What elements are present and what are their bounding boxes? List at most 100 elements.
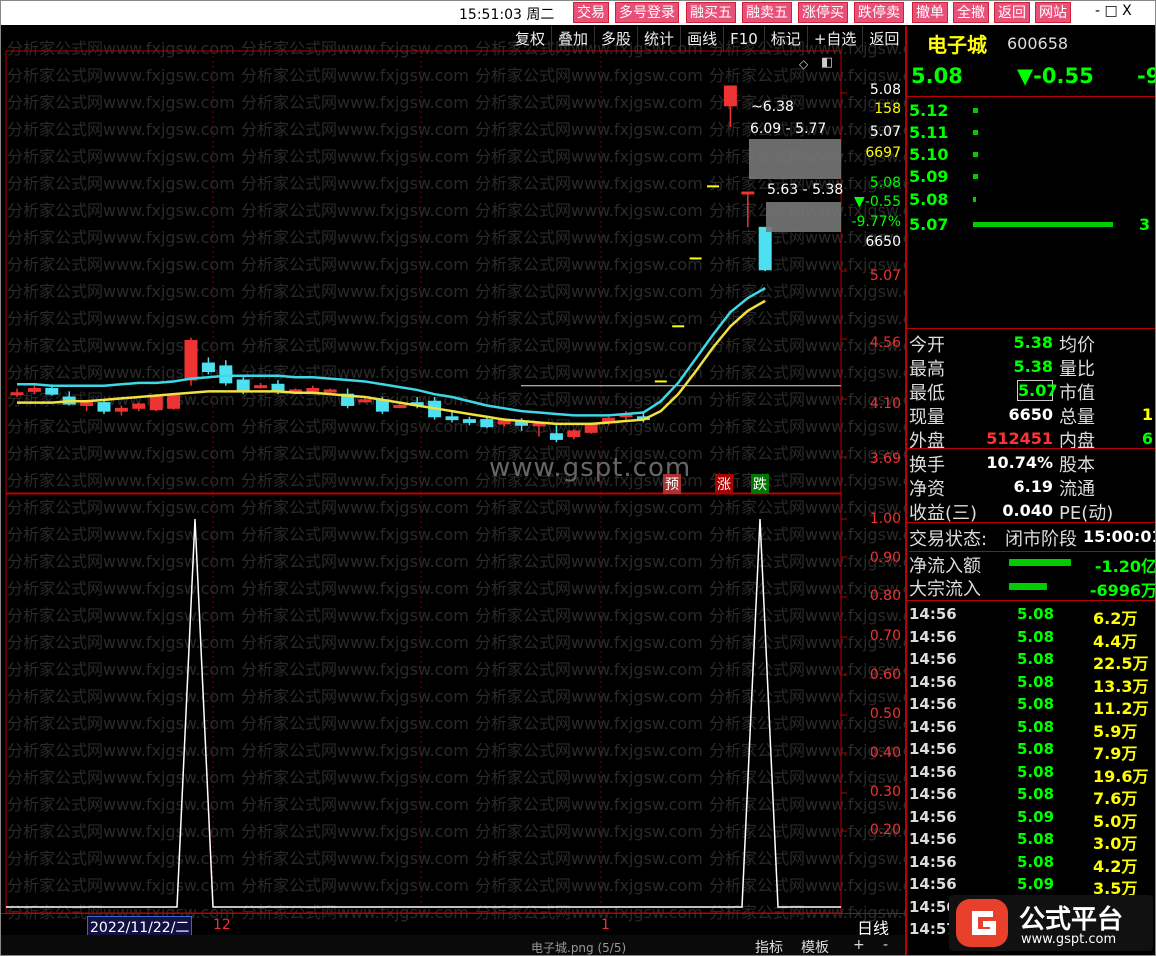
last-price: 5.08 xyxy=(911,64,963,88)
axis-label: 5.07 xyxy=(869,268,901,284)
marker-fall[interactable]: 跌 xyxy=(751,474,769,494)
tick-time: 14:56 xyxy=(909,695,957,713)
tick-price: 5.08 xyxy=(1017,695,1055,713)
website-button[interactable]: 网站 xyxy=(1035,2,1071,23)
label-total-vol: 总量 xyxy=(1059,407,1095,428)
tick-price: 5.08 xyxy=(1017,740,1055,758)
axis-label: 0.20 xyxy=(869,822,901,838)
panel-toggle-icon[interactable]: ◧ xyxy=(821,55,833,70)
bid-book: 5.12 5.11 5.10 5.09 5.08 5.07 3 xyxy=(907,96,1155,242)
value-cur-vol: 6650 xyxy=(1008,405,1053,424)
tick-time: 14:56 xyxy=(909,852,957,871)
tick-volume: 13.3万 xyxy=(1093,676,1149,696)
tab-indicator[interactable]: 指标 xyxy=(755,937,783,955)
price-change-pct: -9. xyxy=(1137,64,1155,88)
axis-label: 5.07 xyxy=(869,124,901,140)
axis-label: -9.77% xyxy=(851,214,901,230)
bid-volume: 3 xyxy=(1139,215,1151,234)
stock-name: 电子城 xyxy=(927,33,987,57)
axis-label: 0.60 xyxy=(869,667,901,683)
bid-price: 5.07 xyxy=(909,215,949,234)
value-nav: 6.19 xyxy=(1013,477,1053,496)
label-high: 最高 xyxy=(909,359,945,380)
tick-volume: 3.0万 xyxy=(1093,834,1138,853)
brand-logo-icon xyxy=(956,899,1008,947)
tick-price: 5.08 xyxy=(1017,830,1055,848)
tick-volume: 7.6万 xyxy=(1093,789,1138,808)
tick-time: 14:56 xyxy=(909,717,957,736)
bid-volume-bar xyxy=(973,174,978,179)
tick-time: 14:56 xyxy=(909,762,957,781)
tick-volume: 4.4万 xyxy=(1093,631,1138,651)
candle-body xyxy=(184,339,198,381)
value-turnover: 10.74% xyxy=(986,453,1053,472)
zoom-out-button[interactable]: - xyxy=(883,937,888,953)
tick-volume: 6.2万 xyxy=(1093,609,1138,628)
status-text: 电子城.png (5/5) xyxy=(531,941,627,955)
bid-price: 5.12 xyxy=(909,101,949,120)
tick-time: 14:56 xyxy=(909,740,957,758)
candle-body xyxy=(10,392,24,396)
hover-box-2 xyxy=(766,202,841,232)
axis-label: 5.08 xyxy=(869,175,901,191)
indicator-axis: 1.00 0.90 0.80 0.70 0.60 0.50 0.40 0.30 … xyxy=(841,495,905,913)
tick-volume: 7.9万 xyxy=(1093,744,1138,763)
zoom-in-button[interactable]: + xyxy=(853,937,865,953)
axis-label: ▼-0.55 xyxy=(854,194,901,210)
bid-price: 5.09 xyxy=(909,167,949,186)
marker-pre[interactable]: 预 xyxy=(663,474,681,494)
cancel-all-button[interactable]: 全撤 xyxy=(953,2,989,23)
axis-label: 5.08 xyxy=(869,82,901,98)
bid-price: 5.10 xyxy=(909,145,949,164)
candle xyxy=(97,399,111,414)
label-low: 最低 xyxy=(909,383,945,404)
tick-time: 14:56 xyxy=(909,605,957,623)
tick-price: 5.08 xyxy=(1017,762,1055,781)
chart-area[interactable] xyxy=(1,1,905,913)
main-panel-frame xyxy=(5,50,842,494)
axis-label: 1.00 xyxy=(869,511,901,527)
marker-rise[interactable]: 涨 xyxy=(715,474,733,494)
tick-volume: 5.9万 xyxy=(1093,721,1138,741)
candle-body xyxy=(306,388,320,392)
tick-time: 14:56 xyxy=(909,785,957,803)
value-high: 5.38 xyxy=(1013,357,1053,376)
candle-body xyxy=(149,396,163,411)
tick-time: 14:56 xyxy=(909,807,957,826)
value-trade-time: 15:00:01 xyxy=(1083,527,1156,546)
site-watermark: www.gspt.com xyxy=(489,453,692,483)
label-avg: 均价 xyxy=(1059,335,1095,356)
bid-volume-bar xyxy=(973,108,978,113)
label-shares: 股本 xyxy=(1059,455,1095,476)
value-total-vol: 1 xyxy=(1141,405,1153,424)
diamond-icon[interactable]: ◇ xyxy=(799,57,808,71)
tick-time: 14:56 xyxy=(909,875,957,893)
candle xyxy=(62,391,76,406)
axis-label: 0.40 xyxy=(869,745,901,761)
candle-body xyxy=(480,419,494,428)
candle xyxy=(723,85,737,127)
tick-price: 5.09 xyxy=(1017,807,1055,826)
value-open: 5.38 xyxy=(1013,333,1053,352)
candle xyxy=(567,429,581,440)
candle xyxy=(201,357,215,375)
candle-body xyxy=(254,385,268,389)
axis-label: 0.50 xyxy=(869,706,901,722)
tick-time: 14:56 xyxy=(909,830,957,848)
candle-body xyxy=(45,388,59,395)
candle-body xyxy=(236,379,250,392)
candle xyxy=(549,425,563,443)
annotation-range-2: 5.63 - 5.38 xyxy=(767,182,844,198)
cancel-order-button[interactable]: 撤单 xyxy=(912,2,948,23)
bid-volume-bar xyxy=(973,222,1113,227)
return-button[interactable]: 返回 xyxy=(994,2,1030,23)
candle xyxy=(219,360,233,386)
tab-template[interactable]: 模板 xyxy=(801,937,829,955)
tick-volume: 5.0万 xyxy=(1093,811,1138,831)
bid-price: 5.11 xyxy=(909,123,949,142)
candle xyxy=(132,402,146,412)
window-controls[interactable]: - □ X xyxy=(1095,3,1132,19)
tick-price: 5.08 xyxy=(1017,717,1055,736)
label-nav: 净资 xyxy=(909,479,945,500)
ma-short-line xyxy=(17,287,766,417)
